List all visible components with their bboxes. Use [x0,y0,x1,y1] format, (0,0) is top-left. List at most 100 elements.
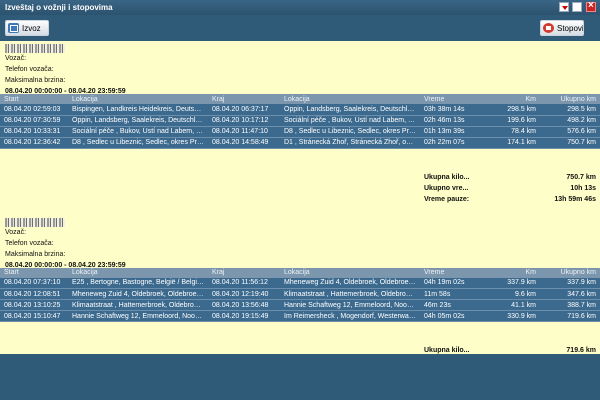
summary-row: Ukupno vre... 10h 13s [0,183,600,194]
cell-loc-start: Mheneweg Zuid 4, Oldebroek, Oldebroek, .… [72,290,208,298]
cell-km: 337.9 km [507,279,536,287]
cell-loc-end: Sociální péče , Bukov, Ústí nad Labem, o… [284,117,420,124]
column-header[interactable]: Km [488,94,540,104]
column-header[interactable]: Lokacija [280,268,420,278]
window-titlebar: Izveštaj o vožnji i stopovima [0,0,600,15]
table-row[interactable]: 08.04.20 07:37:10 E25 , Bertogne, Bastogn… [0,277,600,289]
close-icon[interactable] [586,0,596,12]
column-header[interactable]: Ukupno km [540,268,600,278]
cell-start: 08.04.20 07:37:10 [4,279,61,287]
cell-end: 08.04.20 11:47:10 [212,128,268,135]
table-row[interactable]: 08.04.20 15:10:47 Hannie Schaftweg 12, Em… [0,310,600,322]
cell-km: 199.6 km [507,117,536,124]
cell-loc-start: Sociální péče , Bukov, Ústí nad Labem, o… [72,128,208,135]
export-button[interactable]: Izvoz [5,20,49,36]
cell-km: 78.4 km [511,128,536,135]
summary-value: 10h 13s [570,184,596,192]
cell-loc-end: Oppin, Landsberg, Saalekreis, Deutschlan… [284,105,420,113]
cell-km: 174.1 km [507,139,536,146]
table-row[interactable]: 08.04.20 13:10:25 Klimaatstraat , Hatteme… [0,299,600,311]
vehicle-section: Vozač: Telefon vozača: Maksimalna brzina: 0… [0,41,600,215]
vehicle-plate-redacted [5,217,65,227]
summary-label: Ukupno vre... [424,184,469,192]
cell-start: 08.04.20 13:10:25 [4,301,61,309]
column-header[interactable]: Lokacija [68,268,208,278]
cell-start: 08.04.20 12:36:42 [4,139,61,146]
table-row[interactable]: 08.04.20 02:59:03 Bispingen, Landkreis He… [0,104,600,115]
driver-phone-label: Telefon vozača: [5,239,54,247]
cell-loc-start: Oppin, Landsberg, Saalekreis, Deutschlan… [72,117,208,124]
summary-block: Ukupna kilo...719.6 kmUkupno vre...09h 2… [0,345,600,354]
summary-label: Ukupna kilo... [424,347,470,354]
driver-label: Vozač: [5,228,27,236]
column-header[interactable]: Kraj [208,268,280,278]
summary-value: 750.7 km [566,173,596,181]
cell-km: 330.9 km [507,312,536,320]
trips-table: Start Lokacija Kraj Lokacija Vreme Km Ukupno k… [0,94,600,149]
cell-start: 08.04.20 02:59:03 [4,105,61,113]
summary-value: 719.6 km [566,347,596,354]
cell-start: 08.04.20 07:30:59 [4,117,61,124]
cell-total: 576.6 km [567,128,596,135]
cell-loc-end: D1 , Stránecká Zhoř, Stránecká Zhoř, okr… [284,139,420,146]
cell-start: 08.04.20 15:10:47 [4,312,61,320]
cell-time: 04h 19m 02s [424,279,465,287]
footer-area [0,354,600,400]
cell-total: 337.9 km [567,279,596,287]
cell-start: 08.04.20 12:08:51 [4,290,61,298]
column-header[interactable]: Vreme [420,94,488,104]
table-header-row: Start Lokacija Kraj Lokacija Vreme Km Ukupno k… [0,267,600,278]
cell-end: 08.04.20 10:17:12 [212,117,269,124]
cell-km: 298.5 km [507,105,536,113]
cell-time: 11m 58s [424,290,451,298]
cell-loc-start: E25 , Bertogne, Bastogne, België / Belgi… [72,279,207,287]
table-row[interactable]: 08.04.20 12:08:51 Mheneweg Zuid 4, Oldebr… [0,288,600,300]
column-header[interactable]: Kraj [208,94,280,104]
summary-value: 13h 59m 46s [554,195,596,203]
stops-button[interactable]: Stopovi [540,20,584,36]
column-header[interactable]: Lokacija [280,94,420,104]
cell-loc-end: Klimaatstraat , Hattemerbroek, Oldebroek… [284,290,420,298]
table-row[interactable]: 08.04.20 07:30:59 Oppin, Landsberg, Saale… [0,115,600,126]
cell-start: 08.04.20 10:33:31 [4,128,61,135]
cell-loc-end: Hannie Schaftweg 12, Emmeloord, Noord... [284,301,420,309]
cell-loc-start: Bispingen, Landkreis Heidekreis, Deutsch… [72,105,208,113]
vehicle-info: Vozač: Telefon vozača: Maksimalna brzina: 0… [0,215,600,269]
vehicle-section: Vozač: Telefon vozača: Maksimalna brzina: 0… [0,215,600,354]
vehicle-plate-redacted [5,44,65,53]
summary-label: Ukupna kilo... [424,173,470,181]
max-speed-label: Maksimalna brzina: [5,250,66,258]
minimize-icon[interactable] [559,2,569,12]
cell-time: 04h 05m 02s [424,312,465,320]
cell-km: 41.1 km [511,301,536,309]
column-header[interactable]: Vreme [420,268,488,278]
cell-total: 347.6 km [567,290,596,298]
cell-total: 750.7 km [567,139,596,146]
cell-loc-end: Mheneweg Zuid 4, Oldebroek, Oldebroek, .… [284,279,420,287]
cell-loc-start: Klimaatstraat , Hattemerbroek, Oldebroek… [72,301,208,309]
table-row[interactable]: 08.04.20 12:36:42 D8 , Sedlec u Libeznic,… [0,137,600,148]
maximize-icon[interactable] [572,2,582,12]
column-header[interactable]: Lokacija [68,94,208,104]
report-panel: Vozač: Telefon vozača: Maksimalna brzina: 0… [0,41,600,354]
summary-row: Ukupna kilo... 750.7 km [0,172,600,183]
export-label: Izvoz [22,24,41,33]
stop-icon [543,23,554,33]
cell-total: 298.5 km [567,105,596,113]
cell-time: 03h 38m 14s [424,105,465,113]
column-header[interactable]: Ukupno km [540,94,600,104]
cell-end: 08.04.20 11:56:12 [212,279,268,287]
summary-label: Vreme pauze: [424,195,470,203]
cell-loc-end: D8 , Sedlec u Libeznic, Sedlec, okres Pr… [284,128,419,135]
column-header[interactable]: Km [488,268,540,278]
cell-loc-start: D8 , Sedlec u Libeznic, Sedlec, okres Pr… [72,139,207,146]
cell-end: 08.04.20 06:37:17 [212,105,269,113]
cell-total: 388.7 km [567,301,596,309]
window-title: Izveštaj o vožnji i stopovima [5,3,113,12]
toolbar: Izvoz Stopovi [0,15,600,41]
trips-table: Start Lokacija Kraj Lokacija Vreme Km Ukupno k… [0,267,600,323]
cell-end: 08.04.20 13:56:48 [212,301,269,309]
table-row[interactable]: 08.04.20 10:33:31 Sociální péče , Bukov, … [0,126,600,137]
vehicle-info: Vozač: Telefon vozača: Maksimalna brzina: 0… [0,41,600,95]
table-header-row: Start Lokacija Kraj Lokacija Vreme Km Ukupno k… [0,94,600,104]
